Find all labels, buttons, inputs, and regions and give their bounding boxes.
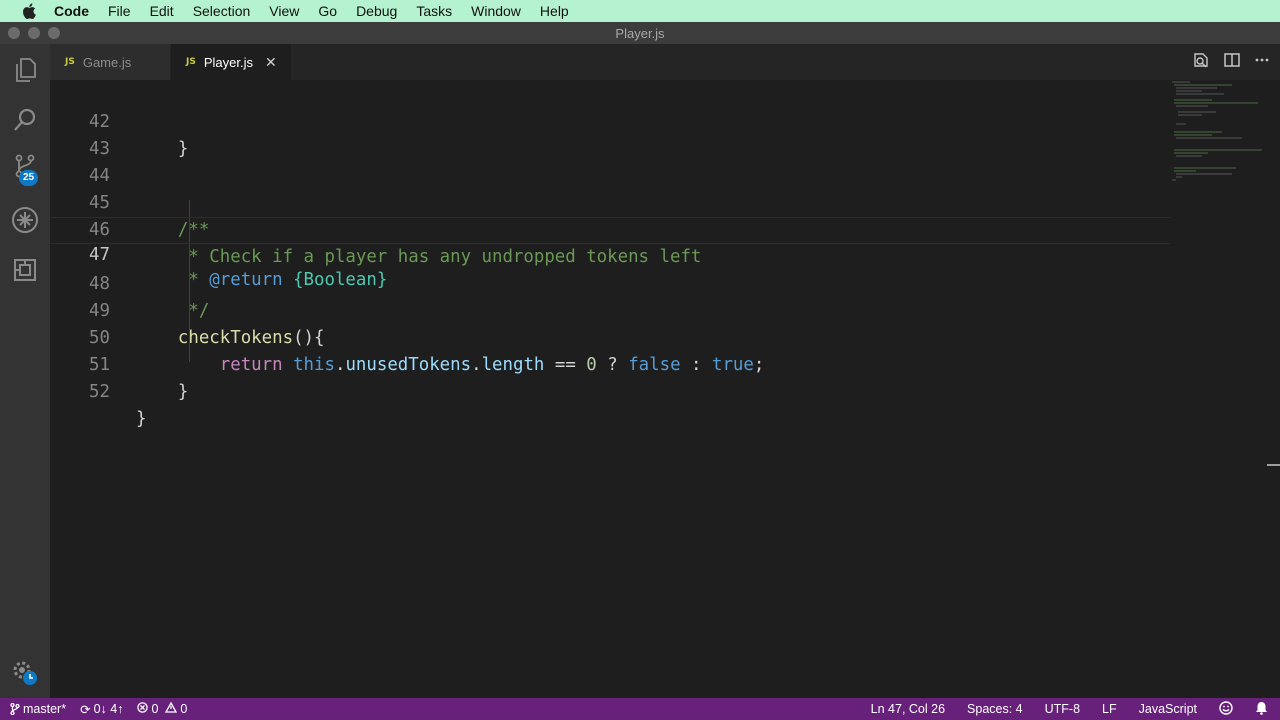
apple-logo-icon[interactable]	[19, 0, 39, 22]
maximize-window-button[interactable]	[48, 27, 60, 39]
more-actions-icon[interactable]	[1254, 52, 1270, 73]
debug-icon[interactable]	[0, 198, 50, 242]
code-line: 48 */	[50, 244, 1170, 321]
warning-icon	[165, 701, 178, 716]
feedback-smiley-icon[interactable]	[1219, 700, 1233, 718]
extensions-icon[interactable]	[0, 248, 50, 292]
git-branch[interactable]: master*	[10, 702, 66, 716]
window-title: Player.js	[615, 25, 665, 41]
javascript-file-icon: JS	[186, 57, 196, 67]
status-bar: master* ⟳ 0↓ 4↑ 0 0 Ln 47, Col 26 Spaces…	[0, 698, 1280, 720]
close-window-button[interactable]	[8, 27, 20, 39]
error-icon	[137, 702, 149, 716]
menu-file[interactable]: File	[108, 3, 131, 19]
manage-gear-icon[interactable]	[0, 650, 50, 694]
code-editor[interactable]: 42 } 43 44 45 /** 46 * Check if a player…	[50, 80, 1280, 698]
macos-menu-bar: Code File Edit Selection View Go Debug T…	[0, 0, 1280, 22]
indentation[interactable]: Spaces: 4	[967, 702, 1023, 716]
explorer-icon[interactable]	[0, 48, 50, 92]
menu-tasks[interactable]: Tasks	[416, 3, 452, 19]
code-line: 46 * Check if a player has any undropped…	[50, 190, 1170, 267]
menu-selection[interactable]: Selection	[193, 3, 251, 19]
code-line: 50 return this.unusedTokens.length == 0 …	[50, 298, 1170, 375]
language-mode[interactable]: JavaScript	[1139, 702, 1197, 716]
menu-app-name[interactable]: Code	[54, 3, 89, 19]
warning-count: 0	[180, 702, 188, 716]
menu-go[interactable]: Go	[318, 3, 337, 19]
close-tab-icon[interactable]: ✕	[265, 54, 277, 71]
line-code: }	[136, 382, 189, 402]
code-line: 52 }	[50, 352, 1170, 429]
git-sync[interactable]: ⟳ 0↓ 4↑	[80, 702, 123, 717]
branch-name: master*	[23, 702, 67, 716]
notifications-bell-icon[interactable]	[1255, 701, 1268, 718]
code-line: 51 }	[50, 325, 1170, 402]
cursor-position[interactable]: Ln 47, Col 26	[871, 702, 945, 716]
tab-player-js[interactable]: JS Player.js ✕	[171, 44, 291, 80]
menu-window[interactable]: Window	[471, 3, 521, 19]
source-control-badge: 25	[19, 170, 39, 186]
tab-label: Player.js	[203, 54, 253, 70]
error-count: 0	[151, 702, 159, 716]
javascript-file-icon: JS	[65, 57, 75, 67]
code-line: 49 checkTokens(){	[50, 271, 1170, 348]
file-encoding[interactable]: UTF-8	[1045, 702, 1080, 716]
problems-indicator[interactable]: 0 0	[137, 701, 188, 716]
window-title-bar: Player.js	[0, 22, 1280, 44]
tab-game-js[interactable]: JS Game.js	[50, 44, 170, 80]
end-of-line[interactable]: LF	[1102, 702, 1117, 716]
code-line: 44	[50, 136, 1170, 186]
menu-view[interactable]: View	[269, 3, 299, 19]
editor-tab-bar: JS Game.js JS Player.js ✕	[50, 44, 1280, 80]
tab-label: Game.js	[82, 54, 132, 70]
menu-help[interactable]: Help	[540, 3, 569, 19]
menu-edit[interactable]: Edit	[150, 3, 174, 19]
activity-bar: 25	[0, 44, 50, 698]
code-line: 42 }	[50, 82, 1170, 159]
line-number: 52	[89, 382, 110, 402]
editor-actions	[1192, 44, 1270, 80]
open-changes-icon[interactable]	[1192, 51, 1210, 74]
git-branch-icon	[10, 703, 20, 715]
scrollbar-position-marker[interactable]	[1267, 464, 1280, 466]
split-editor-icon[interactable]	[1224, 52, 1240, 73]
sync-status: 0↓ 4↑	[93, 702, 124, 716]
sync-icon: ⟳	[80, 702, 91, 717]
minimap[interactable]	[1172, 80, 1272, 200]
menu-debug[interactable]: Debug	[356, 3, 397, 19]
search-icon[interactable]	[0, 98, 50, 142]
line-code: }	[136, 409, 147, 429]
minimize-window-button[interactable]	[28, 27, 40, 39]
window-controls	[8, 27, 60, 39]
code-line: 45 /**	[50, 163, 1170, 240]
code-line-current: 47 * @return {Boolean}	[50, 217, 1170, 290]
code-line: 43	[50, 109, 1170, 159]
